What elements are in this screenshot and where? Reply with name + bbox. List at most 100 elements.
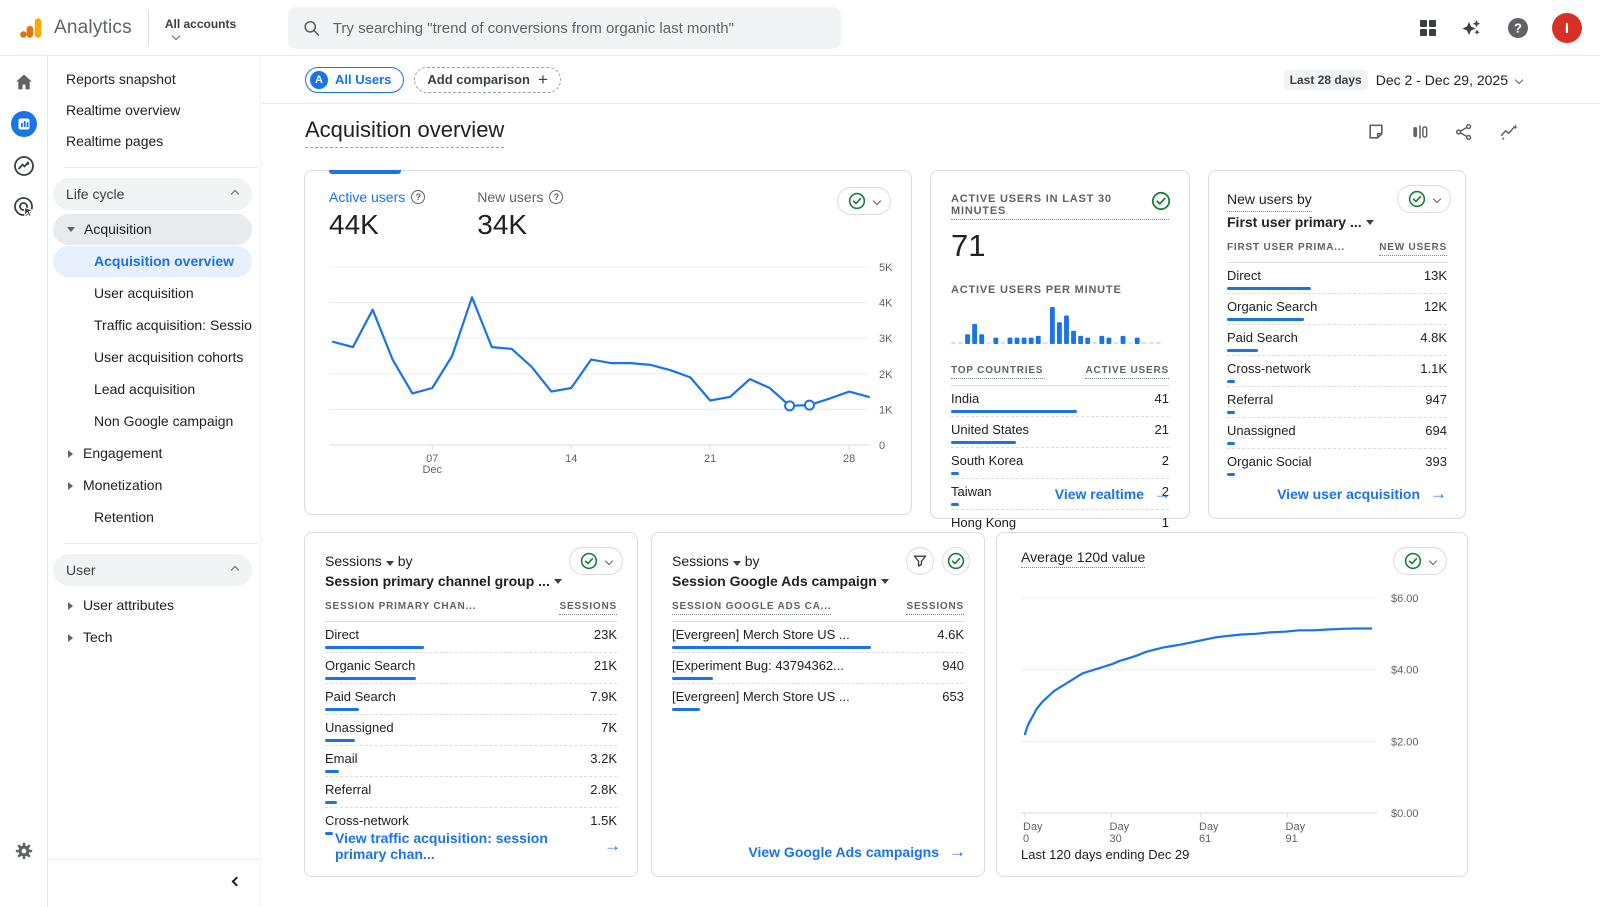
sidebar-item-acquisition[interactable]: Acquisition [53, 214, 252, 245]
svg-text:61: 61 [1199, 833, 1211, 845]
sidebar-item-label: Monetization [83, 470, 162, 501]
card-scroll-indicator [329, 170, 401, 174]
data-quality-dropdown[interactable] [1397, 185, 1451, 213]
app-header: Analytics All accounts [0, 0, 1600, 56]
segment-chip-all-users[interactable]: A All Users [305, 67, 404, 93]
sidebar-section-life-cycle[interactable]: Life cycle [53, 178, 252, 210]
sidebar-item-label: Tech [83, 622, 113, 653]
help-icon[interactable]: ? [1506, 16, 1530, 40]
collapse-sidebar-icon[interactable] [232, 877, 242, 887]
sidebar-item-acquisition-overview[interactable]: Acquisition overview [53, 246, 252, 277]
tab-active-users[interactable]: Active users ? 44K [329, 189, 425, 241]
admin-gear-icon[interactable] [13, 840, 35, 867]
sidebar-footer [49, 859, 260, 907]
left-rail [0, 56, 48, 907]
apps-grid-icon[interactable] [1418, 18, 1438, 38]
column-header-countries: TOP COUNTRIES [951, 365, 1043, 379]
check-circle-button[interactable] [942, 547, 970, 575]
explore-icon[interactable] [12, 154, 36, 183]
share-icon[interactable] [1454, 122, 1474, 142]
realtime-card: ACTIVE USERS IN LAST 30 MINUTES 71 ACTIV… [930, 170, 1190, 519]
sidebar-item-user-attributes[interactable]: User attributes [53, 590, 252, 621]
sessions-by-channel-card: Sessions by Session primary channel grou… [304, 532, 638, 877]
caret-down-icon [386, 561, 394, 566]
tab-new-users[interactable]: New users ? 34K [477, 189, 563, 241]
view-user-acquisition-link[interactable]: View user acquisition→ [1277, 484, 1447, 504]
date-range-picker[interactable]: Last 28 days Dec 2 - Dec 29, 2025 [1284, 56, 1522, 104]
data-quality-dropdown[interactable] [569, 547, 623, 575]
view-google-ads-campaigns-link[interactable]: View Google Ads campaigns→ [748, 842, 966, 862]
sidebar-item-user-acquisition-cohorts[interactable]: User acquisition cohorts [53, 342, 252, 373]
sidebar-item-reports-snapshot[interactable]: Reports snapshot [49, 64, 260, 95]
view-realtime-link[interactable]: View realtime→ [1055, 484, 1171, 504]
caret-down-icon [881, 579, 889, 584]
svg-text:0: 0 [1023, 833, 1029, 845]
column-header-dimension: SESSION PRIMARY CHAN... [325, 601, 476, 612]
chevron-down-icon [873, 197, 881, 205]
analytics-logo-icon [18, 15, 44, 41]
sidebar-item-non-google-campaign[interactable]: Non Google campaign [53, 406, 252, 437]
sidebar-item-realtime-overview[interactable]: Realtime overview [49, 95, 260, 126]
filter-button[interactable] [906, 547, 934, 575]
column-header-metric: SESSIONS [559, 601, 617, 615]
insights-icon[interactable] [1498, 122, 1520, 142]
report-nav-sidebar: Reports snapshot Realtime overview Realt… [49, 56, 261, 907]
check-circle-icon [947, 552, 965, 570]
sidebar-item-tech[interactable]: Tech [53, 622, 252, 653]
home-icon[interactable] [13, 71, 35, 98]
avatar[interactable]: I [1552, 13, 1582, 43]
caret-right-icon [68, 482, 73, 490]
data-quality-dropdown[interactable] [837, 187, 891, 215]
sidebar-item-engagement[interactable]: Engagement [53, 438, 252, 469]
snapshot-note-icon[interactable] [1366, 122, 1386, 142]
dimension-selector[interactable]: First user primary ... [1227, 212, 1447, 232]
table-row: India41 [951, 386, 1169, 417]
sidebar-item-label: Acquisition [84, 214, 152, 245]
sidebar-item-retention[interactable]: Retention [53, 502, 252, 533]
account-switcher[interactable]: All accounts [165, 17, 236, 39]
column-header-dimension: SESSION GOOGLE ADS CA... [672, 601, 831, 615]
date-preset-badge: Last 28 days [1284, 70, 1368, 90]
compare-icon[interactable] [1410, 122, 1430, 142]
check-circle-icon [1408, 190, 1426, 208]
sidebar-item-monetization[interactable]: Monetization [53, 470, 252, 501]
new-users-by-channel-card: New users by First user primary ... FIRS… [1208, 170, 1466, 519]
metric-selector[interactable]: Sessions by [672, 553, 760, 569]
svg-text:30: 30 [1110, 833, 1122, 845]
sidebar-item-lead-acquisition[interactable]: Lead acquisition [53, 374, 252, 405]
sidebar-item-traffic-acquisition[interactable]: Traffic acquisition: Session... [53, 310, 252, 341]
metric-selector[interactable]: Sessions by [325, 553, 413, 569]
chevron-up-icon [231, 190, 239, 198]
caret-down-icon [67, 227, 75, 232]
page-title: Acquisition overview [305, 117, 504, 148]
svg-text:$4.00: $4.00 [1391, 665, 1419, 677]
gemini-sparkle-icon[interactable] [1460, 16, 1484, 40]
check-circle-icon [848, 192, 866, 210]
segment-chip-label: All Users [335, 72, 391, 87]
sidebar-section-user[interactable]: User [53, 554, 252, 586]
chevron-down-icon [605, 557, 613, 565]
advertising-icon[interactable] [12, 195, 36, 224]
svg-text:Dec: Dec [422, 464, 442, 473]
sidebar-item-user-acquisition[interactable]: User acquisition [53, 278, 252, 309]
chevron-down-icon [1429, 557, 1437, 565]
search-input[interactable] [333, 20, 827, 37]
check-circle-icon[interactable] [1151, 191, 1171, 216]
sidebar-item-realtime-pages[interactable]: Realtime pages [49, 126, 260, 157]
metric-help-icon[interactable]: ? [411, 190, 425, 204]
add-comparison-label: Add comparison [427, 72, 530, 87]
caret-down-icon [733, 561, 741, 566]
chevron-down-icon [172, 31, 180, 39]
view-traffic-acquisition-link[interactable]: View traffic acquisition: session primar… [335, 830, 621, 862]
google-ads-campaigns-card: Sessions by Session Google Ads campaign … [651, 532, 985, 877]
data-quality-dropdown[interactable] [1393, 547, 1447, 575]
analytics-logo[interactable]: Analytics [0, 15, 132, 41]
dimension-selector[interactable]: Session primary channel group ... [325, 571, 617, 591]
realtime-active-users-value: 71 [951, 228, 1169, 264]
add-comparison-button[interactable]: Add comparison + [414, 67, 561, 93]
global-search[interactable] [288, 7, 841, 49]
metric-help-icon[interactable]: ? [549, 190, 563, 204]
arrow-right-icon: → [1154, 484, 1171, 504]
reports-icon[interactable] [10, 110, 38, 143]
arrow-right-icon: → [1430, 484, 1447, 504]
